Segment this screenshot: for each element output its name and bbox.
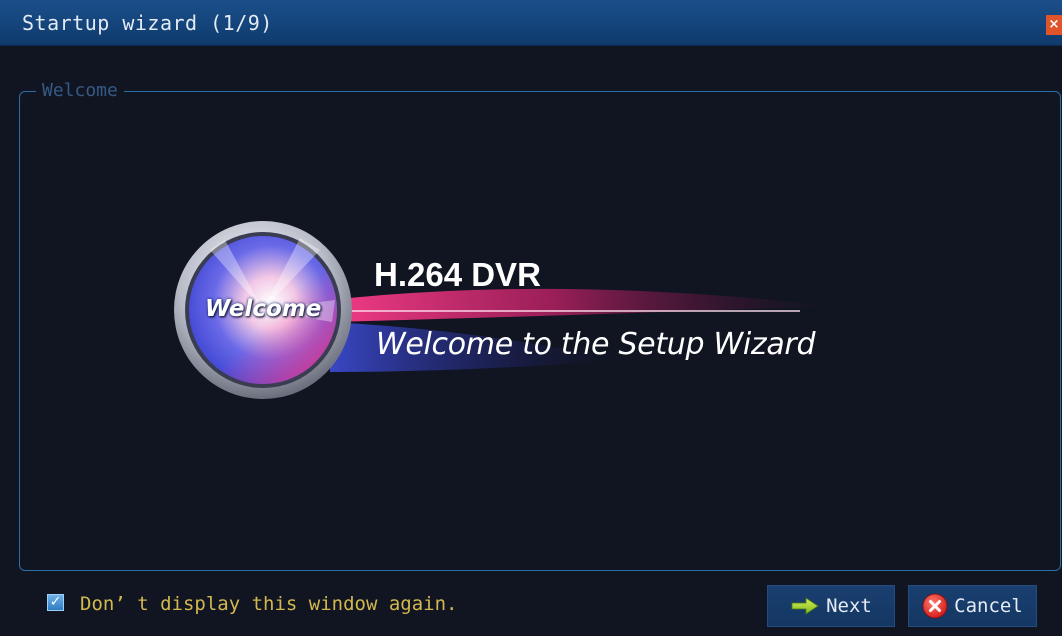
wizard-subtitle: Welcome to the Setup Wizard xyxy=(376,327,816,362)
close-button[interactable]: × xyxy=(1046,15,1062,35)
group-legend: Welcome xyxy=(36,80,124,101)
product-title: H.264 DVR xyxy=(374,256,541,293)
logo-badge-text: Welcome xyxy=(205,296,322,322)
next-label: Next xyxy=(826,595,872,617)
close-circle-icon xyxy=(922,593,948,619)
cancel-label: Cancel xyxy=(954,595,1023,617)
title-bar: Startup wizard (1/9) × xyxy=(0,0,1062,46)
dont-show-again-checkbox[interactable]: ✓ xyxy=(47,594,64,611)
wizard-window: Startup wizard (1/9) × Welcome Welcome H… xyxy=(0,0,1062,636)
window-title: Startup wizard (1/9) xyxy=(22,11,273,35)
dont-show-again-label[interactable]: Don’ t display this window again. xyxy=(80,593,458,615)
next-button[interactable]: Next xyxy=(767,585,895,627)
arrow-right-icon xyxy=(790,596,820,616)
cancel-button[interactable]: Cancel xyxy=(908,585,1037,627)
